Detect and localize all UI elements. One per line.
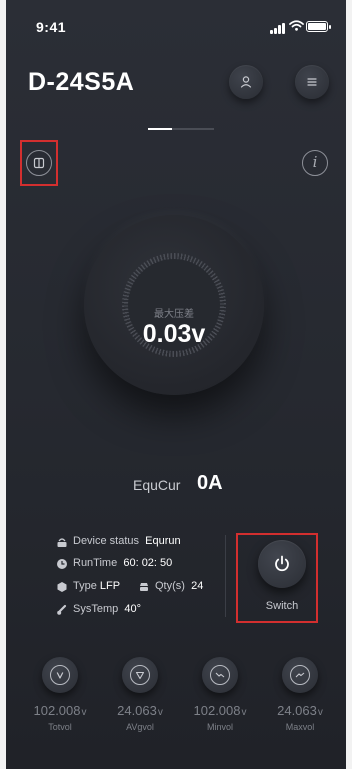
wifi-icon [289,20,304,31]
avgvol-button[interactable] [122,657,158,693]
device-title: D-24S5A [28,68,135,96]
app-screen: 9:41 D-24S5A i 最大压差 0.03v EquCur 0A Devi… [6,0,346,769]
pressure-dial: 最大压差 0.03v [84,215,264,395]
switch-button[interactable] [258,540,306,588]
systemp-label: SysTemp [73,603,119,615]
cube-icon [57,582,67,592]
section-divider [225,535,226,617]
voltage-v-icon [56,672,64,679]
runtime-row: RunTime 60: 02: 50 [56,557,216,573]
menu-icon [307,78,317,86]
type-label: Type [73,580,97,592]
qty-label: Qty(s) [155,580,185,592]
trend-down-icon [215,672,225,678]
equcur-label: EquCur [133,477,181,493]
equcur-value: 0A [197,472,223,494]
status-bar: 9:41 [6,0,346,46]
totvol-label: Totvol [48,722,72,732]
page-indicator-active [148,128,172,130]
runtime-label: RunTime [73,557,118,569]
trend-up-icon [295,672,305,678]
clock-icon [57,559,67,569]
systemp-row: SysTemp 40° [56,603,216,619]
cell-icon [140,583,148,591]
maxvol-value: 24.063v [277,703,323,718]
qty-value: 24 [191,580,204,592]
totvol-button[interactable] [42,657,78,693]
info-icon: i [312,153,318,171]
dial-label: 最大压差 [154,309,194,320]
book-button[interactable] [26,150,52,176]
minvol-button[interactable] [202,657,238,693]
switch-label: Switch [265,600,299,612]
status-time: 9:41 [36,19,67,35]
book-icon [33,157,45,169]
type-row: Type LFP Qty(s) 24 [56,580,216,596]
device-status-icon [57,538,67,547]
systemp-value: 40° [124,603,142,615]
runtime-value: 60: 02: 50 [123,557,173,569]
totvol-value: 102.008v [33,703,87,718]
device-status-value: Equrun [145,535,181,547]
dial-value: 0.03v [142,320,206,348]
device-status-row: Device status Equrun [56,535,216,551]
minvol-value: 102.008v [193,703,247,718]
user-button[interactable] [229,65,263,99]
device-status-label: Device status [73,535,140,547]
avgvol-value: 24.063v [117,703,163,718]
maxvol-button[interactable] [282,657,318,693]
thermometer-icon [57,604,67,615]
power-icon [275,555,289,572]
user-icon [240,76,252,88]
page-indicator [148,128,214,130]
maxvol-label: Maxvol [285,722,315,732]
info-button[interactable]: i [302,150,328,176]
minvol-label: Minvol [206,722,233,732]
battery-icon [306,21,331,32]
type-value: LFP [99,580,121,592]
triangle-down-icon [135,671,145,680]
menu-button[interactable] [295,65,329,99]
status-icons [270,20,331,34]
avgvol-label: AVgvol [126,722,154,732]
